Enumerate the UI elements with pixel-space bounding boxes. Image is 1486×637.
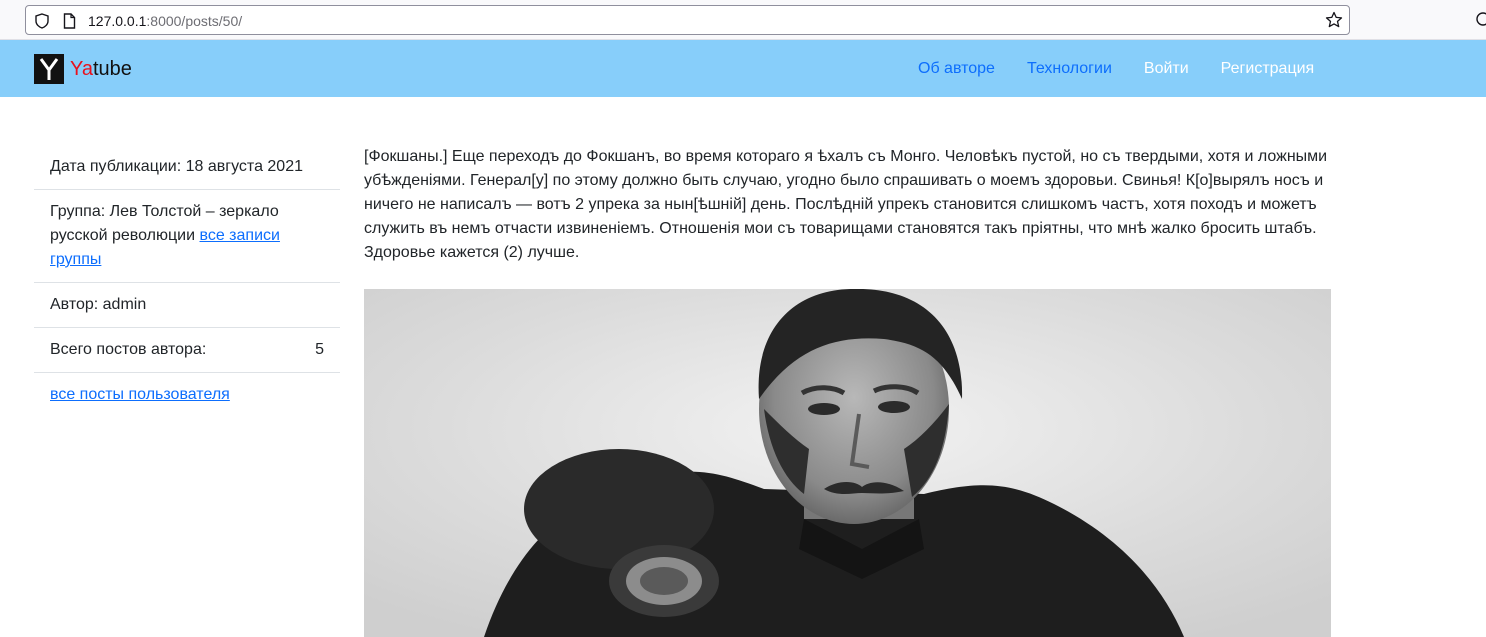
site-navbar: Yatube Об авторе Технологии Войти Регист… — [0, 40, 1486, 97]
browser-toolbar: 127.0.0.1:8000/posts/50/ — [0, 0, 1486, 40]
extension-icon[interactable] — [1474, 10, 1486, 28]
portrait-photo — [364, 289, 1331, 637]
yatube-logo-icon — [34, 54, 64, 84]
shield-icon[interactable] — [35, 13, 49, 29]
pub-date-item: Дата публикации: 18 августа 2021 — [34, 145, 340, 190]
posts-count-item: Всего постов автора: 5 — [34, 328, 340, 373]
bookmark-star-icon[interactable] — [1325, 11, 1343, 29]
brand-name: Yatube — [70, 58, 132, 81]
post-article: [Фокшаны.] Еще переходъ до Фокшанъ, во в… — [364, 145, 1331, 265]
brand-suffix: tube — [92, 57, 132, 80]
author-item: Автор: admin — [34, 283, 340, 328]
group-item: Группа: Лев Толстой – зеркало русской ре… — [34, 190, 340, 283]
nav-links: Об авторе Технологии Войти Регистрация — [902, 59, 1330, 79]
post-image — [364, 289, 1331, 637]
post-text: [Фокшаны.] Еще переходъ до Фокшанъ, во в… — [364, 148, 1328, 261]
all-posts-item: все посты пользователя — [34, 373, 340, 417]
nav-technologies[interactable]: Технологии — [1011, 59, 1128, 79]
brand-prefix: Ya — [70, 57, 93, 80]
url-text[interactable]: 127.0.0.1:8000/posts/50/ — [88, 12, 242, 30]
posts-count-label: Всего постов автора: — [50, 341, 207, 358]
nav-signup[interactable]: Регистрация — [1205, 59, 1331, 79]
post-info-list: Дата публикации: 18 августа 2021 Группа:… — [34, 145, 340, 417]
url-path: :8000/posts/50/ — [146, 13, 243, 29]
address-bar[interactable]: 127.0.0.1:8000/posts/50/ — [25, 5, 1350, 35]
brand-logo-link[interactable]: Yatube — [34, 54, 132, 84]
posts-count-value: 5 — [315, 341, 324, 358]
url-host: 127.0.0.1 — [88, 13, 147, 29]
nav-login[interactable]: Войти — [1128, 59, 1205, 79]
nav-about-author[interactable]: Об авторе — [902, 59, 1011, 79]
all-user-posts-link[interactable]: все посты пользователя — [50, 386, 230, 403]
page-icon[interactable] — [63, 13, 76, 29]
